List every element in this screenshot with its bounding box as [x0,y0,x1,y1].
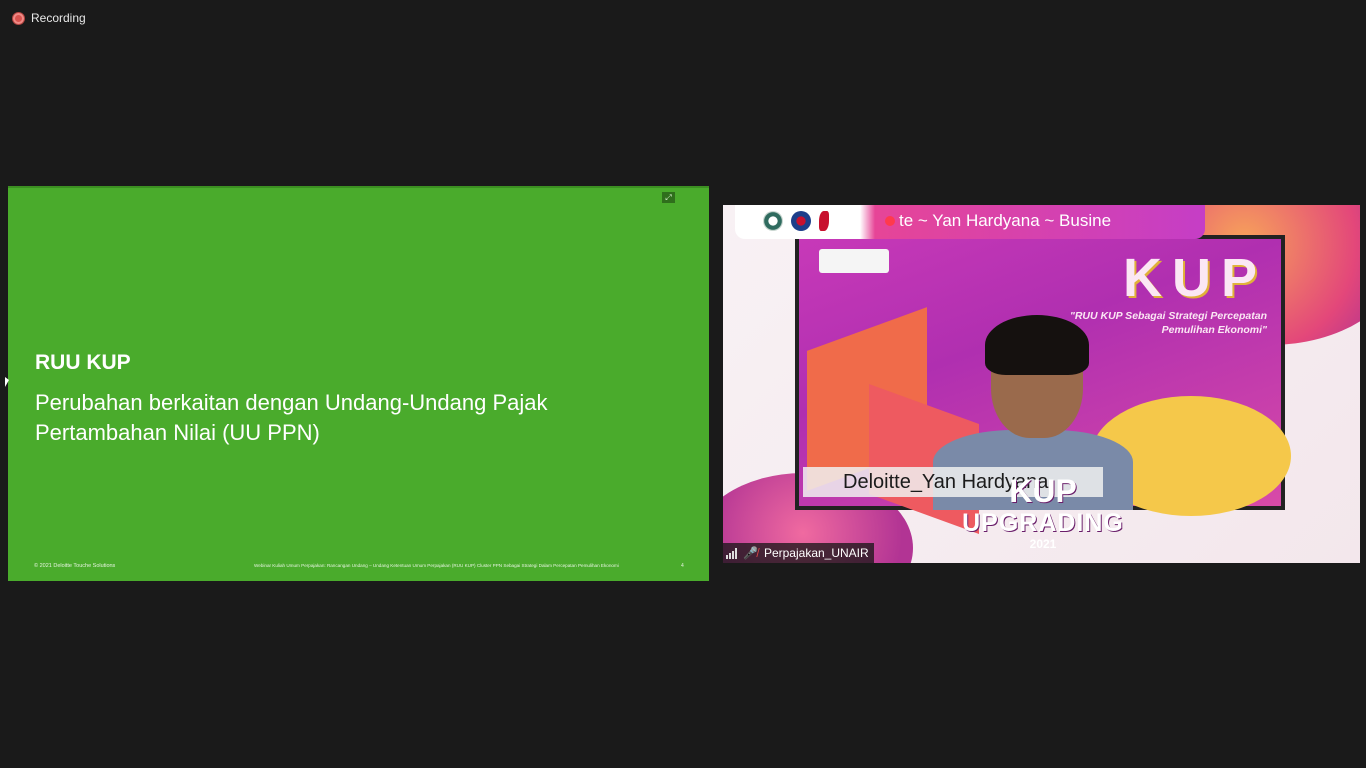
mouse-cursor-icon [5,377,9,387]
recording-label: Recording [31,11,86,25]
signal-icon [726,547,737,559]
org-logo-icon [791,211,811,231]
logos [819,249,889,273]
participant-name: Perpajakan_UNAIR [763,546,869,560]
record-icon [12,11,25,25]
ticker-logos [763,211,829,231]
brand-logo-icon [819,211,829,231]
upgrading-kup: KUP [1009,473,1077,509]
participant-name-tag: 🎤̸ Perpajakan_UNAIR [723,543,874,563]
upgrading-word: UPGRADING [962,509,1124,537]
screen-tagline: "RUU KUP Sebagai Strategi Percepatan Pem… [1069,310,1267,336]
participant-video-tile[interactable]: KUP "RUU KUP Sebagai Strategi Percepatan… [723,205,1360,563]
speaker-hair [985,315,1089,375]
ticker-bar: te ~ Yan Hardyana ~ Busine [735,205,1205,239]
ticker-text: te ~ Yan Hardyana ~ Busine [899,211,1112,230]
slide-subtitle: Perubahan berkaitan dengan Undang-Undang… [35,390,548,445]
slide-footer: Webinar Kuliah Umum Perpajakan: Rancanga… [254,563,619,568]
upgrading-year: 2021 [1029,537,1057,551]
kup-upgrading-logo: KUP UPGRADING 2021 [933,473,1153,551]
slide-page-number: 4 [681,563,684,569]
university-logo-icon [763,211,783,231]
recording-indicator[interactable]: Recording [12,11,86,25]
screen-heading: KUP [1122,248,1267,308]
slide-copyright: © 2021 Deloitte Touche Solutions [34,563,116,569]
live-dot-icon [885,216,895,226]
slide-title: RUU KUP [35,351,131,374]
mic-off-icon: 🎤̸ [743,546,758,560]
shared-screen-slide: ⤢ RUU KUP Perubahan berkaitan dengan Und… [8,186,709,581]
expand-icon[interactable]: ⤢ [662,192,675,203]
